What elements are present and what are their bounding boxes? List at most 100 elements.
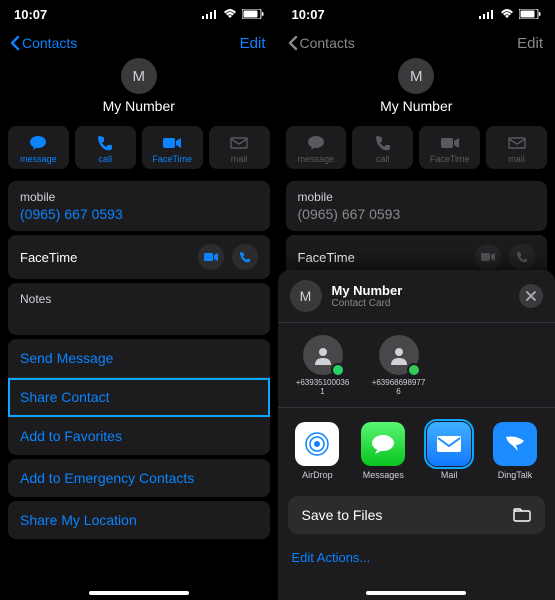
folder-icon: [513, 508, 531, 522]
battery-icon: [242, 9, 264, 19]
mail-button: mail: [486, 126, 547, 169]
phone-icon: [516, 251, 528, 263]
message-button: message: [286, 126, 347, 169]
airdrop-app[interactable]: AirDrop: [292, 422, 344, 480]
messages-label: Messages: [357, 470, 409, 480]
mobile-number: (0965) 667 0593: [20, 206, 258, 222]
nav-bar: Contacts Edit: [0, 28, 278, 58]
person-icon: [303, 335, 343, 375]
sheet-header: M My Number Contact Card: [278, 270, 555, 322]
home-indicator[interactable]: [89, 591, 189, 595]
facetime-button[interactable]: FaceTime: [142, 126, 203, 169]
mobile-number: (0965) 667 0593: [298, 206, 536, 222]
messages-app[interactable]: Messages: [357, 422, 409, 480]
status-time: 10:07: [14, 7, 47, 22]
notes-label: Notes: [20, 292, 258, 306]
edit-actions-row[interactable]: Edit Actions...: [278, 540, 555, 565]
close-button[interactable]: [519, 284, 543, 308]
divider: [278, 407, 555, 408]
video-icon: [440, 136, 460, 150]
messages-badge-icon: [407, 363, 421, 377]
phone-icon: [239, 251, 251, 263]
send-message-row[interactable]: Send Message: [8, 339, 270, 378]
call-label: call: [376, 154, 390, 164]
mobile-card[interactable]: mobile (0965) 667 0593: [8, 181, 270, 231]
call-button: call: [352, 126, 413, 169]
signal-icon: [202, 9, 218, 19]
message-button[interactable]: message: [8, 126, 69, 169]
battery-icon: [519, 9, 541, 19]
avatar: M: [398, 58, 434, 94]
share-contact-row[interactable]: Share Contact: [8, 378, 270, 417]
avatar[interactable]: M: [121, 58, 157, 94]
action-row: message call FaceTime mail: [278, 120, 555, 177]
action-row: message call FaceTime mail: [0, 120, 278, 177]
edit-button[interactable]: Edit: [240, 35, 266, 52]
mail-button: mail: [209, 126, 270, 169]
notes-card[interactable]: Notes: [8, 283, 270, 335]
facetime-card: FaceTime: [8, 235, 270, 279]
suggestion-item[interactable]: +639686989776: [370, 335, 428, 397]
dingtalk-app[interactable]: DingTalk: [489, 422, 541, 480]
apps-row: AirDrop Messages Mail DingTalk: [278, 416, 555, 490]
whatsapp-badge-icon: [331, 363, 345, 377]
mail-icon: [508, 137, 526, 149]
add-emergency-row[interactable]: Add to Emergency Contacts: [8, 459, 270, 497]
video-icon: [481, 252, 495, 262]
facetime-label: FaceTime: [152, 154, 192, 164]
save-label: Save to Files: [302, 507, 383, 523]
mobile-label: mobile: [20, 190, 258, 204]
call-label: call: [99, 154, 113, 164]
facetime-audio-button[interactable]: [232, 244, 258, 270]
facetime-card-label: FaceTime: [20, 250, 77, 265]
call-button[interactable]: call: [75, 126, 136, 169]
facetime-label: FaceTime: [430, 154, 470, 164]
edit-button: Edit: [517, 35, 543, 52]
facetime-card-label: FaceTime: [298, 250, 355, 265]
phone-icon: [375, 135, 391, 151]
contact-name: My Number: [278, 98, 555, 114]
mail-label: mail: [508, 154, 525, 164]
sheet-avatar: M: [290, 280, 322, 312]
mail-app[interactable]: Mail: [423, 422, 475, 480]
dingtalk-label: DingTalk: [489, 470, 541, 480]
avatar-block: M My Number: [0, 58, 278, 120]
message-icon: [28, 135, 48, 151]
person-icon: [379, 335, 419, 375]
mobile-card: mobile (0965) 667 0593: [286, 181, 548, 231]
messages-icon: [370, 433, 396, 455]
nav-bar: Contacts Edit: [278, 28, 555, 58]
share-location-row[interactable]: Share My Location: [8, 501, 270, 539]
facetime-button: FaceTime: [419, 126, 480, 169]
video-icon: [162, 136, 182, 150]
message-label: message: [20, 154, 57, 164]
contact-name: My Number: [0, 98, 278, 114]
back-button: Contacts: [288, 35, 355, 51]
back-button[interactable]: Contacts: [10, 35, 77, 51]
facetime-video-button[interactable]: [198, 244, 224, 270]
suggestion-item[interactable]: +639351000361: [294, 335, 352, 397]
wifi-icon: [223, 9, 237, 19]
mail-icon: [230, 137, 248, 149]
suggestion-label: +639351000361: [294, 379, 352, 397]
save-to-files-row[interactable]: Save to Files: [288, 496, 546, 534]
dingtalk-icon: [502, 431, 528, 457]
message-label: message: [298, 154, 335, 164]
back-label: Contacts: [22, 35, 77, 51]
phone-left: 10:07 Contacts Edit M My Number message …: [0, 0, 278, 600]
add-favorites-row[interactable]: Add to Favorites: [8, 417, 270, 455]
sheet-title: My Number: [332, 283, 403, 298]
facetime-audio-button: [509, 244, 535, 270]
home-indicator[interactable]: [366, 591, 466, 595]
signal-icon: [479, 9, 495, 19]
mobile-label: mobile: [298, 190, 536, 204]
wifi-icon: [500, 9, 514, 19]
mail-label: mail: [231, 154, 248, 164]
mail-icon: [435, 434, 463, 454]
airdrop-icon: [303, 430, 331, 458]
facetime-video-button: [475, 244, 501, 270]
links-group: Send Message Share Contact Add to Favori…: [8, 339, 270, 455]
share-sheet: M My Number Contact Card +639351000361: [278, 270, 555, 600]
close-icon: [526, 291, 536, 301]
sheet-subtitle: Contact Card: [332, 298, 403, 309]
